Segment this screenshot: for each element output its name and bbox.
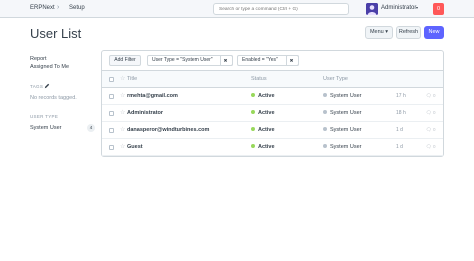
filter-chip-label: Enabled = "Yes"	[242, 57, 278, 63]
sidebar-item-assigned-to-me[interactable]: Assigned To Me	[30, 64, 69, 70]
select-all-checkbox[interactable]	[109, 77, 114, 82]
row-checkbox[interactable]	[109, 94, 114, 99]
status-label: Active	[258, 144, 275, 150]
add-filter-button[interactable]: Add Filter	[109, 55, 141, 66]
sidebar-item-system-user[interactable]: System User	[30, 125, 61, 131]
user-type-dot	[323, 110, 327, 114]
comment-count[interactable]: 🗨 0	[426, 110, 436, 116]
status-dot	[251, 144, 255, 148]
notification-badge[interactable]: 0	[433, 3, 444, 15]
chevron-down-icon[interactable]: ▾	[416, 5, 418, 10]
comment-icon: 🗨	[426, 93, 432, 98]
comment-count-value: 0	[432, 110, 436, 115]
filter-bar: Add Filter User Type = "System User" ✖ E…	[102, 51, 443, 71]
status-indicator: Active	[251, 110, 275, 116]
user-type-label: System User	[330, 110, 362, 116]
comment-count-value: 0	[432, 93, 436, 98]
status-label: Active	[258, 127, 275, 133]
status-label: Active	[258, 110, 275, 116]
user-type-label: System User	[330, 93, 362, 99]
user-type-dot	[323, 127, 327, 131]
user-type-indicator: System User	[323, 127, 361, 133]
brand-link[interactable]: ERPNext	[30, 5, 55, 11]
star-icon[interactable]: ☆	[120, 143, 125, 150]
star-icon[interactable]: ☆	[120, 109, 125, 116]
user-menu[interactable]: Administrator	[381, 5, 416, 11]
column-title[interactable]: Title	[127, 76, 137, 82]
column-user-type[interactable]: User Type	[323, 76, 348, 82]
status-label: Active	[258, 93, 275, 99]
star-icon[interactable]: ☆	[120, 92, 125, 99]
star-icon: ☆	[120, 76, 126, 82]
comment-count[interactable]: 🗨 0	[426, 144, 436, 150]
table-row[interactable]: ☆ rmehta@gmail.com Active System User 17 h 🗨 …	[102, 88, 443, 105]
close-icon[interactable]: ✖	[220, 56, 230, 65]
row-title-link[interactable]: danasperor@windturbines.com	[127, 127, 209, 133]
comment-count-value: 0	[432, 144, 436, 149]
user-type-heading: USER TYPE	[30, 114, 59, 119]
modified-time: 17 h	[396, 93, 406, 99]
table-row[interactable]: ☆ Administrator Active System User 18 h 🗨 0	[102, 105, 443, 122]
comment-count[interactable]: 🗨 0	[426, 127, 436, 133]
pencil-icon[interactable]	[44, 83, 50, 89]
user-type-count-badge: 4	[87, 124, 95, 132]
status-indicator: Active	[251, 93, 275, 99]
table-row[interactable]: ☆ danasperor@windturbines.com Active System…	[102, 122, 443, 139]
status-indicator: Active	[251, 127, 275, 133]
menu-button[interactable]: Menu ▾	[365, 26, 393, 39]
filter-chip-remove-wrap: ✖	[220, 55, 233, 66]
breadcrumb-setup[interactable]: Setup	[69, 5, 85, 11]
comment-icon: 🗨	[426, 127, 432, 132]
row-checkbox[interactable]	[109, 111, 114, 116]
row-title-link[interactable]: Administrator	[127, 110, 163, 116]
user-avatar[interactable]	[366, 3, 378, 15]
row-checkbox[interactable]	[109, 145, 114, 150]
chevron-right-icon: ›	[57, 4, 60, 11]
user-type-dot	[323, 144, 327, 148]
user-type-indicator: System User	[323, 110, 361, 116]
comment-count[interactable]: 🗨 0	[426, 93, 436, 99]
table-row[interactable]: ☆ Guest Active System User 1 d 🗨 0	[102, 139, 443, 156]
modified-time: 18 h	[396, 110, 406, 116]
user-type-label: System User	[330, 144, 362, 150]
comment-icon: 🗨	[426, 144, 432, 149]
star-icon[interactable]: ☆	[120, 126, 125, 133]
modified-time: 1 d	[396, 144, 403, 150]
search-input[interactable]	[213, 3, 349, 15]
user-type-label: System User	[330, 127, 362, 133]
list-panel: Add Filter User Type = "System User" ✖ E…	[101, 50, 444, 157]
status-dot	[251, 93, 255, 97]
tags-empty-text: No records tagged.	[30, 95, 77, 101]
navbar: ERPNext › Setup Administrator ▾ 0	[0, 0, 474, 18]
status-dot	[251, 127, 255, 131]
tags-heading: TAGS	[30, 84, 44, 89]
refresh-button[interactable]: Refresh	[396, 26, 421, 39]
status-dot	[251, 110, 255, 114]
close-icon[interactable]: ✖	[286, 56, 296, 65]
row-checkbox[interactable]	[109, 128, 114, 133]
modified-time: 1 d	[396, 127, 403, 133]
avatar-image	[366, 3, 378, 15]
comment-icon: 🗨	[426, 110, 432, 115]
status-indicator: Active	[251, 144, 275, 150]
filter-chip-label: User Type = "System User"	[152, 57, 213, 63]
filter-chip-remove-wrap: ✖	[286, 55, 299, 66]
comment-count-value: 0	[432, 127, 436, 132]
row-title-link[interactable]: Guest	[127, 144, 143, 150]
page-title: User List	[30, 26, 82, 41]
new-button[interactable]: New	[424, 26, 444, 39]
user-type-indicator: System User	[323, 144, 361, 150]
user-type-dot	[323, 93, 327, 97]
row-title-link[interactable]: rmehta@gmail.com	[127, 93, 178, 99]
column-status[interactable]: Status	[251, 76, 267, 82]
table-header: ☆ Title Status User Type	[102, 71, 443, 88]
sidebar-item-report[interactable]: Report	[30, 56, 47, 62]
user-type-indicator: System User	[323, 93, 361, 99]
